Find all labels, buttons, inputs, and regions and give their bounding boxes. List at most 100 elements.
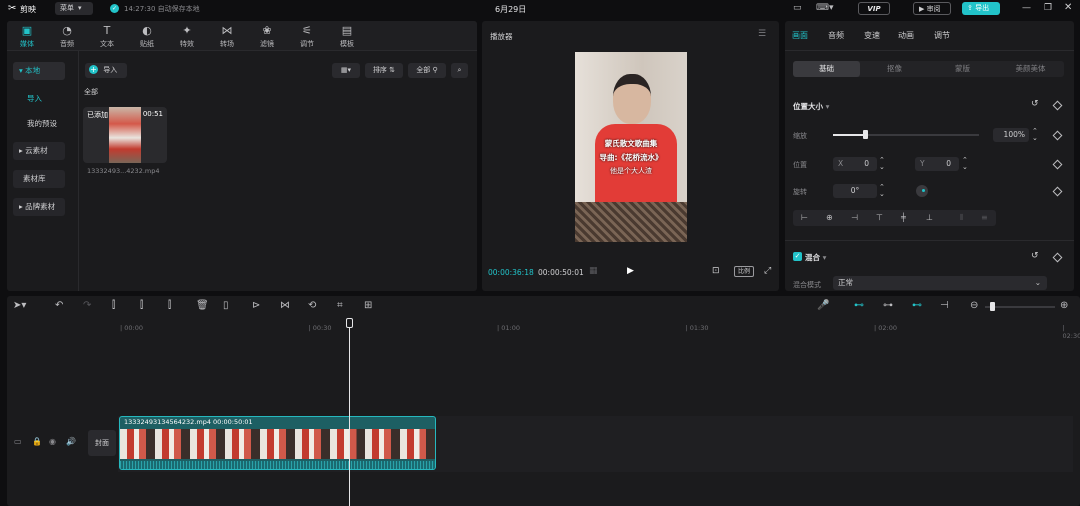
blend-checkbox[interactable]: ✓ — [793, 252, 802, 261]
cover-button[interactable]: 封面 — [88, 430, 116, 456]
visibility-icon[interactable]: ◉ — [49, 437, 56, 446]
align-center-h-icon[interactable]: ⊕ — [826, 210, 833, 226]
mirror-icon[interactable]: ⋈ — [280, 300, 290, 311]
undo-icon[interactable]: ↶ — [55, 300, 63, 311]
sidebar-item-brand[interactable]: ▸ 品牌素材 — [13, 198, 65, 216]
blend-keyframe-icon[interactable] — [1052, 252, 1063, 263]
tab-filter[interactable]: ❀ 滤镜 — [247, 21, 287, 51]
delete-left-icon[interactable]: ⫿ — [140, 300, 143, 311]
subtab-basic[interactable]: 基础 — [793, 61, 860, 77]
sort-button[interactable]: 排序 ⇅ — [365, 63, 403, 78]
maximize-icon[interactable]: ❐ — [1044, 3, 1052, 13]
tab-transition[interactable]: ⋈ 转场 — [207, 21, 247, 51]
split-icon[interactable]: ⫿ — [112, 300, 115, 311]
play-icon[interactable]: ▶ — [627, 266, 634, 276]
sidebar-item-library[interactable]: 素材库 — [13, 170, 65, 188]
view-mode-button[interactable]: ▦▾ — [332, 63, 360, 78]
sidebar-item-local[interactable]: ▾ 本地 — [13, 62, 65, 80]
distribute-h-icon[interactable]: ⫴ — [960, 210, 963, 226]
tab-media[interactable]: ▣ 媒体 — [7, 21, 47, 51]
tab-picture[interactable]: 画面 — [792, 21, 808, 51]
rotate-icon[interactable]: ⟲ — [308, 300, 316, 311]
video-clip[interactable]: 13332493134564232.mp4 00:00:50:01 — [119, 416, 436, 470]
sidebar-item-cloud[interactable]: ▸ 云素材 — [13, 142, 65, 160]
delete-right-icon[interactable]: ⫿ — [168, 300, 171, 311]
export-button[interactable]: ⇪ 导出 — [962, 2, 1000, 15]
tab-effects[interactable]: ✦ 特效 — [167, 21, 207, 51]
layout-icon[interactable]: ▭ — [793, 3, 802, 13]
align-center-v-icon[interactable]: ╪ — [901, 210, 906, 226]
playhead[interactable] — [349, 318, 350, 506]
rotate-dial[interactable] — [916, 185, 928, 197]
select-tool-icon[interactable]: ➤▾ — [13, 300, 26, 311]
blend-mode-select[interactable]: 正常 ⌄ — [833, 276, 1047, 290]
mute-icon[interactable]: 🔊 — [66, 437, 76, 446]
import-button[interactable]: + 导入 — [85, 63, 127, 78]
align-bottom-icon[interactable]: ⊥ — [926, 210, 933, 226]
sidebar-item-presets[interactable]: 我的预设 — [13, 115, 65, 133]
playhead-handle[interactable] — [346, 318, 353, 328]
distribute-v-icon[interactable]: ≡ — [981, 210, 988, 226]
tab-text[interactable]: T 文本 — [87, 21, 127, 51]
shortcut-icon[interactable]: ⌨▾ — [816, 3, 834, 13]
search-button[interactable]: ⌕ — [451, 63, 468, 78]
microphone-icon[interactable]: 🎤 — [817, 300, 829, 311]
vip-badge[interactable]: VIP — [858, 2, 890, 15]
position-y-stepper-icon[interactable]: ⌃ ⌄ — [962, 157, 968, 171]
position-y-input[interactable]: Y0 — [915, 157, 959, 171]
align-left-icon[interactable]: ⊢ — [801, 210, 808, 226]
tab-adjust[interactable]: 调节 — [934, 21, 950, 51]
crop-icon[interactable]: ⌗ — [337, 300, 343, 311]
timeline-grid-icon[interactable]: ▦ — [589, 266, 598, 276]
reverse-icon[interactable]: ⊳ — [252, 300, 260, 311]
tab-adjust[interactable]: ⚟ 调节 — [287, 21, 327, 51]
fullscreen-icon[interactable]: ⤢ — [764, 266, 771, 276]
redo-icon[interactable]: ↷ — [83, 300, 91, 311]
zoom-in-icon[interactable]: ⊕ — [1060, 300, 1068, 311]
filter-button[interactable]: 全部 ⚲ — [408, 63, 446, 78]
keyframe-icon[interactable] — [1052, 100, 1063, 111]
scale-stepper-icon[interactable]: ⌃ ⌄ — [1032, 128, 1038, 142]
subtab-cutout[interactable]: 抠像 — [861, 61, 928, 77]
tab-audio[interactable]: ◔ 音频 — [47, 21, 87, 51]
position-x-stepper-icon[interactable]: ⌃ ⌄ — [879, 157, 885, 171]
delete-icon[interactable]: 🗑 — [196, 300, 209, 311]
align-right-icon[interactable]: ⊣ — [851, 210, 858, 226]
position-keyframe-icon[interactable] — [1052, 159, 1063, 170]
split-screen-icon[interactable]: ⊣ — [940, 300, 949, 311]
freeze-icon[interactable]: ▯ — [223, 300, 229, 311]
rotate-input[interactable]: 0° — [833, 184, 877, 198]
zoom-out-icon[interactable]: ⊖ — [970, 300, 978, 311]
menu-button[interactable]: 菜单 ▾ — [55, 2, 93, 15]
subtab-beauty[interactable]: 美颜美体 — [997, 61, 1064, 77]
subtab-mask[interactable]: 蒙版 — [929, 61, 996, 77]
scale-keyframe-icon[interactable] — [1052, 130, 1063, 141]
scale-slider[interactable] — [833, 130, 979, 139]
scale-slider-handle[interactable] — [863, 130, 869, 139]
blend-reset-icon[interactable]: ↺ — [1031, 251, 1039, 261]
snap-icon[interactable]: ⊶ — [883, 300, 893, 311]
tab-animation[interactable]: 动画 — [898, 21, 914, 51]
rotate-keyframe-icon[interactable] — [1052, 186, 1063, 197]
preview-axis-icon[interactable]: ⊷ — [912, 300, 922, 311]
reset-icon[interactable]: ↺ — [1031, 99, 1039, 109]
video-preview[interactable]: 蒙氏散文歌曲集 导曲:《花桥流水》 他是个大人渣 — [575, 52, 687, 242]
rotate-stepper-icon[interactable]: ⌃ ⌄ — [879, 184, 885, 198]
close-icon[interactable]: ✕ — [1064, 2, 1072, 13]
zoom-slider-handle[interactable] — [990, 302, 995, 311]
review-button[interactable]: ▶ 审阅 — [913, 2, 951, 15]
position-x-input[interactable]: X0 — [833, 157, 877, 171]
scale-input[interactable]: 100% — [993, 128, 1029, 142]
align-top-icon[interactable]: ⊤ — [876, 210, 883, 226]
zoom-slider[interactable] — [985, 302, 1055, 311]
link-icon[interactable]: ⊷ — [854, 300, 864, 311]
fullscreen-focus-icon[interactable]: ⊡ — [712, 266, 720, 276]
tab-speed[interactable]: 变速 — [864, 21, 880, 51]
lock-icon[interactable]: 🔒 — [32, 437, 42, 446]
tab-sticker[interactable]: ◐ 贴纸 — [127, 21, 167, 51]
image-edit-icon[interactable]: ⊞ — [364, 300, 372, 311]
media-item-thumbnail[interactable]: 已添加 00:51 — [83, 107, 167, 163]
ratio-button[interactable]: 比例 — [734, 266, 754, 277]
tab-template[interactable]: ▤ 模板 — [327, 21, 367, 51]
player-menu-icon[interactable]: ☰ — [758, 29, 766, 39]
